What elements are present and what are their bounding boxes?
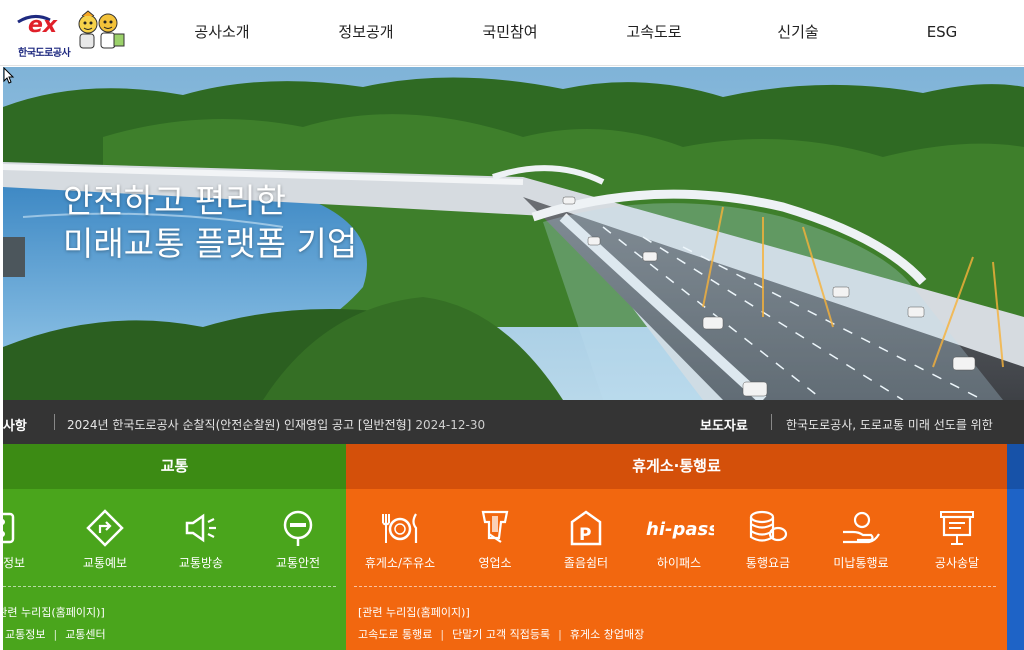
next-panel-header [1007, 444, 1024, 489]
rest-toll-divider [354, 586, 996, 587]
notice-date: 2024-12-30 [415, 418, 486, 432]
traffic-divider [3, 586, 336, 587]
rest-toll-panel-title: 휴게소·통행료 [346, 444, 1007, 489]
traffic-broadcast-label: 교통방송 [178, 556, 224, 570]
ex-logo[interactable]: ex 한국도로공사 [14, 8, 126, 59]
press-label[interactable]: 보도자료 [700, 415, 748, 434]
nav-item-info-disclosure[interactable]: 정보공개 [294, 0, 438, 66]
traffic-forecast-label: 교통예보 [82, 556, 128, 570]
hipass-logo-text: hi-pass [646, 519, 714, 540]
hero-banner: 안전하고 편리한 미래교통 플랫폼 기업 [3, 67, 1024, 400]
nav-item-new-tech[interactable]: 신기술 [726, 0, 870, 66]
ex-logo-icon: ex [17, 13, 58, 38]
no-entry-sign-icon [283, 510, 313, 546]
public-notice-label: 공사송달 [934, 556, 980, 570]
rest-area-button[interactable]: 휴게소/주유소 [355, 508, 445, 571]
public-notice-button[interactable]: 공사송달 [912, 508, 1002, 571]
next-panel [1007, 444, 1024, 650]
logo-text: 한국도로공사 [18, 48, 71, 59]
traffic-panel-title: 교통 [3, 444, 346, 489]
traffic-safety-button[interactable]: 교통안전 [253, 508, 343, 571]
nav-item-participation[interactable]: 국민참여 [438, 0, 582, 66]
toll-fee-button[interactable]: 통행요금 [723, 508, 813, 571]
notice-headline-text: 2024년 한국도로공사 순찰직(안전순찰원) 인재영입 공고 [일반전형] [67, 418, 412, 432]
notice-label[interactable]: 공지사항 [0, 415, 27, 434]
payment-hand-icon [843, 511, 880, 544]
coins-icon [749, 510, 788, 542]
traffic-safety-label: 교통안전 [275, 556, 321, 570]
drowsy-shelter-button[interactable]: P 졸음쉼터 [541, 508, 631, 571]
press-headline[interactable]: 한국도로공사, 도로교통 미래 선도를 위한 [786, 416, 993, 433]
press-divider [771, 414, 772, 430]
hero-title-line1: 안전하고 편리한 [63, 181, 287, 220]
link-separator: | [440, 628, 445, 641]
link-separator: | [53, 628, 58, 641]
notice-bar: 공지사항 2024년 한국도로공사 순찰직(안전순찰원) 인재영입 공고 [일반… [0, 400, 1024, 444]
link-terminal-registration[interactable]: 단말기 고객 직접등록 [452, 628, 550, 641]
main-nav: 공사소개 정보공개 국민참여 고속도로 신기술 ESG [150, 0, 1014, 66]
traffic-related-links: 고속도로 교통정보 | 교통센터 [3, 626, 106, 642]
traffic-forecast-button[interactable]: 교통예보 [60, 508, 150, 571]
traffic-broadcast-button[interactable]: 교통방송 [156, 508, 246, 571]
link-expressway-traffic-info[interactable]: 고속도로 교통정보 [3, 628, 45, 641]
svg-text:P: P [579, 525, 591, 545]
rest-toll-panel: 휴게소·통행료 휴게소/주유소 영업소 P 졸음쉼터 hi-pass 하이패스 [346, 444, 1007, 650]
megaphone-icon [185, 513, 216, 543]
logo-mark-text: ex [28, 13, 58, 38]
traffic-panel: 교통 교통정보 교통예보 교통방송 교통안전 [관련 누리집(홈페이지)] 고속… [3, 444, 346, 650]
hero-title-line2: 미래교통 플랫폼 기업 [63, 224, 358, 263]
nav-item-expressway[interactable]: 고속도로 [582, 0, 726, 66]
site-header: ex 한국도로공사 공사소개 정보공개 국민참여 고속도로 신기술 ESG [0, 0, 1024, 66]
nav-item-company[interactable]: 공사소개 [150, 0, 294, 66]
notice-board-icon [940, 511, 974, 545]
toll-office-label: 영업소 [478, 556, 512, 570]
rest-toll-related-title: [관련 누리집(홈페이지)] [358, 606, 470, 619]
hipass-label: 하이패스 [656, 556, 702, 570]
mouse-cursor-icon [3, 67, 15, 84]
traffic-info-button[interactable]: 교통정보 [3, 508, 48, 571]
toll-booth-icon [481, 510, 509, 543]
notice-headline[interactable]: 2024년 한국도로공사 순찰직(안전순찰원) 인재영입 공고 [일반전형] 20… [67, 416, 485, 433]
toll-office-button[interactable]: 영업소 [450, 508, 540, 571]
unpaid-toll-button[interactable]: 미납통행료 [816, 508, 906, 571]
toll-fee-label: 통행요금 [745, 556, 791, 570]
link-traffic-center[interactable]: 교통센터 [65, 628, 105, 641]
hipass-logo-icon: hi-pass [646, 519, 714, 540]
traffic-info-label: 교통정보 [3, 556, 26, 570]
direction-sign-icon [86, 509, 124, 547]
drowsy-shelter-label: 졸음쉼터 [563, 556, 609, 570]
link-separator: | [558, 628, 562, 641]
parking-icon: P [570, 510, 602, 546]
nav-item-esg[interactable]: ESG [870, 0, 1014, 66]
notice-divider [54, 414, 55, 430]
rest-toll-related-links: 고속도로 통행료 | 단말기 고객 직접등록 | 휴게소 창업매장 [358, 626, 644, 642]
rest-area-label: 휴게소/주유소 [364, 556, 436, 570]
hero-title: 안전하고 편리한 미래교통 플랫폼 기업 [63, 179, 357, 265]
dining-icon [382, 513, 418, 543]
mascot-icon [78, 10, 125, 49]
unpaid-toll-label: 미납통행료 [833, 556, 889, 570]
link-rest-area-store[interactable]: 휴게소 창업매장 [570, 628, 644, 641]
traffic-related-title: [관련 누리집(홈페이지)] [3, 606, 105, 619]
traffic-light-icon [3, 512, 15, 544]
hipass-button[interactable]: hi-pass 하이패스 [634, 508, 724, 571]
link-expressway-toll[interactable]: 고속도로 통행료 [358, 628, 432, 641]
